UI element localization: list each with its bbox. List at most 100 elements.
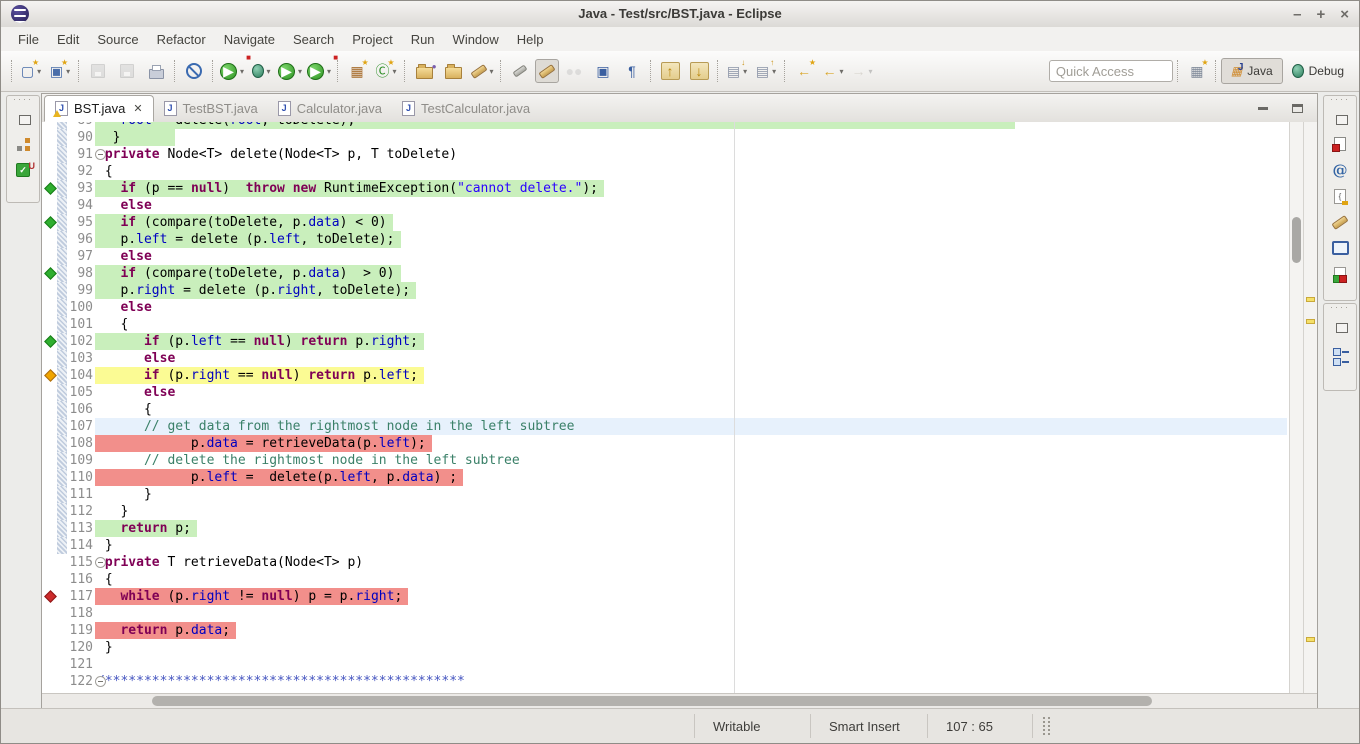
vertical-scrollbar-thumb[interactable] bbox=[1292, 217, 1301, 263]
next-annotation-button[interactable]: ▤↓▾ bbox=[723, 59, 751, 83]
line-number[interactable]: 96 bbox=[66, 231, 93, 248]
line-number[interactable]: 110 bbox=[66, 469, 93, 486]
editor-tab-bst-java[interactable]: JBST.java✕ bbox=[44, 95, 154, 122]
dropdown-arrow-icon[interactable]: ▾ bbox=[267, 67, 271, 76]
stack-drag-handle[interactable]: ···· bbox=[1330, 96, 1350, 105]
line-number[interactable]: 119 bbox=[66, 622, 93, 639]
line-number[interactable]: 99 bbox=[66, 282, 93, 299]
line-number[interactable]: 118 bbox=[66, 605, 93, 622]
line-number[interactable]: 89 bbox=[66, 122, 93, 129]
package-explorer-icon[interactable] bbox=[11, 131, 35, 157]
status-drag-handle[interactable] bbox=[1043, 717, 1050, 735]
line-number[interactable]: 105 bbox=[66, 384, 93, 401]
line-number[interactable]: 90 bbox=[66, 129, 93, 146]
dropdown-arrow-icon[interactable]: ▾ bbox=[772, 67, 776, 76]
menu-run[interactable]: Run bbox=[402, 29, 444, 50]
annotate-button[interactable]: ▾ bbox=[468, 59, 496, 83]
open-resource-button[interactable] bbox=[439, 59, 467, 83]
line-number[interactable]: 103 bbox=[66, 350, 93, 367]
menu-file[interactable]: File bbox=[9, 29, 48, 50]
new-java-project-button[interactable]: ▦★ bbox=[343, 59, 371, 83]
stack-drag-handle[interactable]: ···· bbox=[13, 96, 33, 105]
warning-marker-icon[interactable] bbox=[1306, 297, 1315, 302]
coverage-button[interactable]: ▶■▾ bbox=[218, 59, 246, 83]
maximize-button[interactable]: + bbox=[1316, 7, 1325, 22]
line-number[interactable]: 93 bbox=[66, 180, 93, 197]
line-number[interactable]: 112 bbox=[66, 503, 93, 520]
line-number[interactable]: 101 bbox=[66, 316, 93, 333]
line-number[interactable]: 109 bbox=[66, 452, 93, 469]
dropdown-arrow-icon[interactable]: ▾ bbox=[327, 67, 331, 76]
javadoc-icon[interactable]: @ bbox=[1328, 157, 1352, 183]
dropdown-arrow-icon[interactable]: ▾ bbox=[37, 67, 41, 76]
line-number[interactable]: 116 bbox=[66, 571, 93, 588]
java-perspective-button[interactable]: ▦JJava bbox=[1221, 58, 1283, 84]
line-number[interactable]: 121 bbox=[66, 656, 93, 673]
horizontal-scrollbar[interactable] bbox=[42, 693, 1317, 708]
menu-navigate[interactable]: Navigate bbox=[215, 29, 284, 50]
line-number[interactable]: 102 bbox=[66, 333, 93, 350]
tab-close-icon[interactable]: ✕ bbox=[133, 102, 142, 115]
skip-breakpoints-button[interactable] bbox=[180, 59, 208, 83]
overview-ruler[interactable] bbox=[1303, 122, 1317, 693]
show-source-button[interactable]: ▣ bbox=[589, 59, 617, 83]
back-button[interactable]: ←▾ bbox=[819, 59, 847, 83]
dropdown-arrow-icon[interactable]: ▾ bbox=[490, 67, 494, 76]
line-number[interactable]: 107 bbox=[66, 418, 93, 435]
task-list-icon[interactable] bbox=[1328, 131, 1352, 157]
open-perspective-button[interactable]: ▦★ bbox=[1183, 59, 1211, 83]
line-number[interactable]: 111 bbox=[66, 486, 93, 503]
menu-search[interactable]: Search bbox=[284, 29, 343, 50]
restore-view-icon[interactable] bbox=[1328, 313, 1352, 339]
code-editor[interactable]: 89 root = delete(root, toDelete);90 }91 … bbox=[42, 122, 1317, 693]
dropdown-arrow-icon[interactable]: ▾ bbox=[869, 67, 873, 76]
editor-tab-testcalculator-java[interactable]: JTestCalculator.java bbox=[392, 95, 540, 122]
editor-tab-testbst-java[interactable]: JTestBST.java bbox=[154, 95, 268, 122]
new-java-element-button[interactable]: ▣★▾ bbox=[46, 59, 74, 83]
junit-icon[interactable]: ✓ bbox=[11, 157, 35, 183]
line-number[interactable]: 115 bbox=[66, 554, 93, 571]
run-history-button[interactable]: ▶■▾ bbox=[305, 59, 333, 83]
declaration-icon[interactable]: { bbox=[1328, 183, 1352, 209]
line-number[interactable]: 113 bbox=[66, 520, 93, 537]
menu-window[interactable]: Window bbox=[444, 29, 508, 50]
open-task-button[interactable]: ● bbox=[410, 59, 438, 83]
editor-tab-calculator-java[interactable]: JCalculator.java bbox=[268, 95, 392, 122]
horizontal-scrollbar-thumb[interactable] bbox=[152, 696, 1152, 706]
show-whitespace-button[interactable]: ¶ bbox=[618, 59, 646, 83]
menu-refactor[interactable]: Refactor bbox=[148, 29, 215, 50]
quick-access-input[interactable] bbox=[1049, 60, 1173, 82]
line-number[interactable]: 97 bbox=[66, 248, 93, 265]
collapse-down-button[interactable]: ↓ bbox=[685, 59, 713, 83]
maximize-view-icon[interactable] bbox=[1292, 104, 1303, 113]
line-number[interactable]: 94 bbox=[66, 197, 93, 214]
debug-perspective-button[interactable]: Debug bbox=[1283, 58, 1353, 84]
coverage-icon[interactable] bbox=[1328, 261, 1352, 287]
line-number[interactable]: 98 bbox=[66, 265, 93, 282]
last-edit-location-button[interactable]: ←★ bbox=[790, 59, 818, 83]
print-button[interactable] bbox=[142, 59, 170, 83]
console-icon[interactable] bbox=[1328, 235, 1352, 261]
minimize-view-icon[interactable] bbox=[1258, 107, 1268, 110]
menu-edit[interactable]: Edit bbox=[48, 29, 88, 50]
dropdown-arrow-icon[interactable]: ▾ bbox=[298, 67, 302, 76]
fold-collapse-icon[interactable] bbox=[95, 676, 106, 687]
stack-drag-handle[interactable]: ···· bbox=[1330, 304, 1350, 313]
fold-collapse-icon[interactable] bbox=[95, 149, 106, 160]
dropdown-arrow-icon[interactable]: ▾ bbox=[66, 67, 70, 76]
expand-up-button[interactable]: ↑ bbox=[656, 59, 684, 83]
close-button[interactable]: × bbox=[1340, 7, 1349, 22]
new-button[interactable]: ▢★▾ bbox=[17, 59, 45, 83]
warning-marker-icon[interactable] bbox=[1306, 637, 1315, 642]
line-number[interactable]: 106 bbox=[66, 401, 93, 418]
search-icon[interactable] bbox=[1328, 209, 1352, 235]
dropdown-arrow-icon[interactable]: ▾ bbox=[840, 67, 844, 76]
fold-collapse-icon[interactable] bbox=[95, 557, 106, 568]
outline-icon[interactable] bbox=[1328, 339, 1352, 365]
menu-help[interactable]: Help bbox=[508, 29, 553, 50]
restore-view-icon[interactable] bbox=[1328, 105, 1352, 131]
toggle-highlight-button[interactable] bbox=[535, 59, 559, 83]
menu-project[interactable]: Project bbox=[343, 29, 401, 50]
line-number[interactable]: 120 bbox=[66, 639, 93, 656]
line-number[interactable]: 92 bbox=[66, 163, 93, 180]
